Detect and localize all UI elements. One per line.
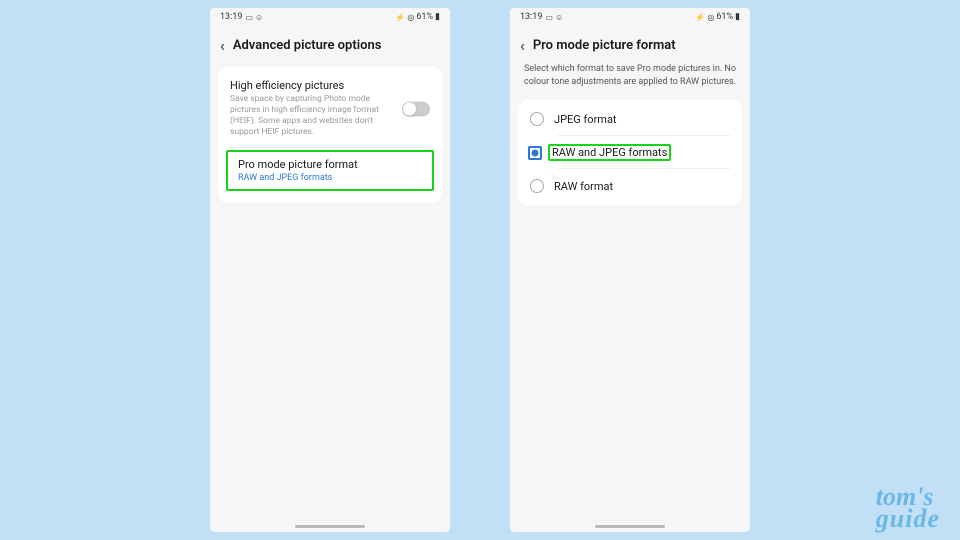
status-left-icons: ▭ ☺: [245, 13, 263, 22]
status-battery-pct: 61%: [416, 12, 433, 22]
header: ‹ Advanced picture options: [210, 24, 450, 63]
radio-raw-jpeg-label: RAW and JPEG formats: [548, 144, 671, 161]
radio-raw[interactable]: RAW format: [518, 169, 742, 203]
radio-raw-label: RAW format: [554, 180, 613, 193]
radio-icon-selected[interactable]: [528, 146, 542, 160]
page-title: Pro mode picture format: [533, 38, 676, 53]
setting-heif-title: High efficiency pictures: [230, 79, 430, 92]
status-bar: 13:19 ▭ ☺ ⚡ ◎ 61% ▮: [510, 8, 750, 24]
setting-promode-highlighted[interactable]: Pro mode picture format RAW and JPEG for…: [226, 150, 434, 191]
phone-screenshot-1: 13:19 ▭ ☺ ⚡ ◎ 61% ▮ ‹ Advanced picture o…: [210, 8, 450, 532]
page-description: Select which format to save Pro mode pic…: [510, 63, 750, 96]
watermark-logo: tom's guide: [876, 486, 940, 530]
battery-icon: ▮: [435, 12, 440, 22]
setting-heif-desc: Save space by capturing Photo mode pictu…: [230, 94, 430, 138]
radio-icon[interactable]: [530, 112, 544, 126]
phone-screenshot-2: 13:19 ▭ ☺ ⚡ ◎ 61% ▮ ‹ Pro mode picture f…: [510, 8, 750, 532]
home-indicator[interactable]: [295, 525, 365, 528]
radio-raw-jpeg[interactable]: RAW and JPEG formats: [518, 136, 742, 169]
setting-promode-title: Pro mode picture format: [238, 158, 422, 171]
status-time: 13:19: [220, 12, 242, 22]
radio-jpeg-label: JPEG format: [554, 113, 617, 126]
page-title: Advanced picture options: [233, 38, 382, 53]
header: ‹ Pro mode picture format: [510, 24, 750, 63]
settings-section: High efficiency pictures Save space by c…: [218, 67, 442, 203]
home-indicator[interactable]: [595, 525, 665, 528]
back-icon[interactable]: ‹: [520, 36, 525, 55]
setting-promode-sub: RAW and JPEG formats: [238, 173, 422, 183]
status-battery-pct: 61%: [716, 12, 733, 22]
status-bar: 13:19 ▭ ☺ ⚡ ◎ 61% ▮: [210, 8, 450, 24]
radio-icon[interactable]: [530, 179, 544, 193]
back-icon[interactable]: ‹: [220, 36, 225, 55]
radio-section: JPEG format RAW and JPEG formats RAW for…: [518, 100, 742, 205]
setting-heif[interactable]: High efficiency pictures Save space by c…: [218, 69, 442, 148]
status-right-icons: ⚡ ◎: [695, 13, 714, 22]
status-time: 13:19: [520, 12, 542, 22]
status-right-icons: ⚡ ◎: [395, 13, 414, 22]
heif-toggle[interactable]: [402, 101, 430, 116]
status-left-icons: ▭ ☺: [545, 13, 563, 22]
radio-jpeg[interactable]: JPEG format: [518, 102, 742, 136]
watermark-line2: guide: [876, 508, 940, 530]
battery-icon: ▮: [735, 12, 740, 22]
